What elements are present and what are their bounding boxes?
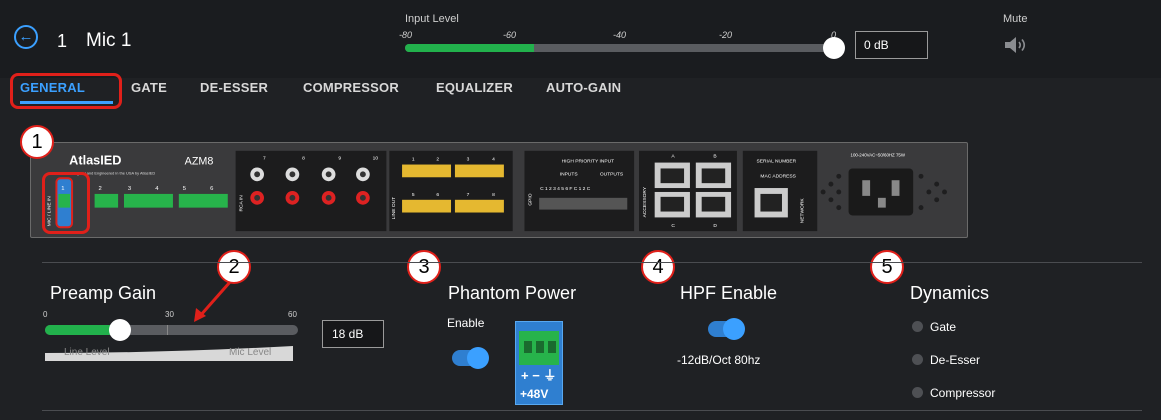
- input-level-tick: -80: [399, 30, 413, 40]
- callout-badge: 1: [20, 125, 54, 159]
- power-rating-label: 100-240VAC~50/60HZ 75W: [851, 153, 906, 158]
- high-priority-label: HIGH PRIORITY INPUT: [562, 159, 614, 165]
- rca-channel-number: 7: [263, 156, 266, 162]
- terminal-block: [123, 193, 173, 208]
- line-out-number: 5: [412, 192, 415, 198]
- line-out-number: 2: [436, 157, 439, 163]
- input-level-title: Input Level: [405, 13, 459, 25]
- line-out-label: LINE OUT: [391, 197, 397, 220]
- mic-input-number: 6: [210, 186, 213, 192]
- hpf-enable-title: HPF Enable: [680, 283, 778, 303]
- status-dot-icon: [912, 321, 923, 332]
- tab-compressor[interactable]: COMPRESSOR: [303, 80, 399, 95]
- tab-equalizer[interactable]: EQUALIZER: [436, 80, 513, 95]
- serial-number-label: SERIAL NUMBER: [757, 159, 797, 165]
- connector-symbols: + − ⏚: [521, 368, 557, 383]
- input-level-meter-fill: [405, 44, 534, 52]
- brand-logo: AtlasIED: [69, 153, 121, 168]
- status-dot-icon: [912, 387, 923, 398]
- port-letter: D: [713, 223, 717, 229]
- dynamics-item-label: Gate: [930, 320, 957, 334]
- rca-channel-number: 9: [338, 156, 341, 162]
- rca-label: RCA IN: [238, 195, 244, 212]
- section-divider: [42, 410, 1142, 411]
- rca-channel-number: 8: [302, 156, 305, 162]
- line-out-number: 7: [467, 192, 470, 198]
- line-out-number: 4: [492, 157, 495, 163]
- callout-badge: 3: [407, 250, 441, 284]
- rca-section: [235, 150, 387, 232]
- line-out-section: [389, 150, 513, 232]
- channel-header: ← 1 Mic 1 Input Level -80 -60 -40 -20 0 …: [0, 0, 1161, 78]
- callout-arrow: [194, 281, 232, 322]
- hpf-description: -12dB/Oct 80hz: [677, 353, 761, 367]
- input-level-slider-handle[interactable]: [823, 37, 845, 59]
- dynamics-item-de-esser[interactable]: De-Esser: [912, 353, 980, 367]
- dynamics-item-label: Compressor: [930, 386, 996, 400]
- preamp-tick: 0: [43, 310, 48, 319]
- network-label: NETWORK: [800, 198, 806, 224]
- mute-label: Mute: [1003, 13, 1028, 25]
- gpio-label: GPIO: [527, 193, 533, 205]
- tab-auto-gain[interactable]: AUTO-GAIN: [546, 80, 621, 95]
- tab-callout-highlight: [10, 73, 122, 109]
- gpio-pins: C 1 2 3 4 5 6 F C 1 2 C: [540, 186, 591, 192]
- dynamics-title: Dynamics: [910, 283, 990, 303]
- section-divider: [42, 262, 1142, 263]
- mic-input-callout-highlight: [42, 172, 90, 234]
- phantom-power-title: Phantom Power: [448, 283, 577, 303]
- slider-mark: [167, 325, 168, 335]
- rca-channel-number: 10: [373, 156, 379, 162]
- mac-address-label: MAC ADDRESS: [760, 173, 796, 179]
- back-arrow-icon[interactable]: ←: [14, 25, 38, 49]
- channel-number: 1: [57, 31, 68, 51]
- preamp-tick: 60: [288, 310, 297, 319]
- tab-bar: GENERAL GATE DE-ESSER COMPRESSOR EQUALIZ…: [0, 78, 1161, 112]
- phantom-power-toggle[interactable]: [452, 347, 489, 369]
- input-level-tick: -60: [503, 30, 517, 40]
- preamp-gain-title: Preamp Gain: [50, 283, 157, 303]
- tab-gate[interactable]: GATE: [131, 80, 167, 95]
- phantom-enable-label: Enable: [447, 316, 485, 330]
- terminal-block: [178, 193, 228, 208]
- callout-badge: 5: [870, 250, 904, 284]
- phantom-connector-graphic: + − ⏚ +48V: [515, 321, 563, 405]
- preamp-gain-slider-handle[interactable]: [109, 319, 131, 341]
- speaker-icon[interactable]: [1003, 36, 1029, 54]
- terminal-block: [94, 193, 119, 208]
- power-inlet: [848, 168, 914, 216]
- line-out-number: 6: [436, 192, 439, 198]
- status-dot-icon: [912, 354, 923, 365]
- line-out-number: 8: [492, 192, 495, 198]
- line-level-label: Line Level: [64, 347, 110, 358]
- device-model: AZM8: [185, 156, 214, 168]
- input-level-tick: -20: [719, 30, 733, 40]
- port-letter: C: [671, 223, 675, 229]
- preamp-gain-value-field[interactable]: 18 dB: [322, 320, 384, 348]
- preamp-tick: 30: [165, 310, 174, 319]
- mic-level-label: Mic Level: [229, 347, 272, 358]
- outputs-label: OUTPUTS: [600, 171, 624, 177]
- line-out-number: 3: [467, 157, 470, 163]
- dynamics-item-gate[interactable]: Gate: [912, 320, 956, 334]
- inputs-label: INPUTS: [560, 171, 579, 177]
- tab-de-esser[interactable]: DE-ESSER: [200, 80, 268, 95]
- line-out-number: 1: [412, 157, 415, 163]
- accessory-label: ACCESSORY: [642, 186, 648, 217]
- channel-name: Mic 1: [86, 30, 132, 51]
- port-letter: B: [713, 154, 716, 160]
- mic-input-number: 3: [128, 186, 131, 192]
- phantom-voltage-label: +48V: [520, 387, 549, 401]
- mic-input-number: 2: [99, 186, 102, 192]
- dynamics-item-compressor[interactable]: Compressor: [912, 386, 995, 400]
- callout-badge: 4: [641, 250, 675, 284]
- hpf-enable-toggle[interactable]: [708, 318, 745, 340]
- device-rear-panel: AtlasIED AZM8 Designed and Engineered in…: [30, 142, 968, 238]
- input-level-value-field[interactable]: 0 dB: [855, 31, 928, 59]
- input-level-tick: -40: [613, 30, 627, 40]
- dynamics-item-label: De-Esser: [930, 353, 981, 367]
